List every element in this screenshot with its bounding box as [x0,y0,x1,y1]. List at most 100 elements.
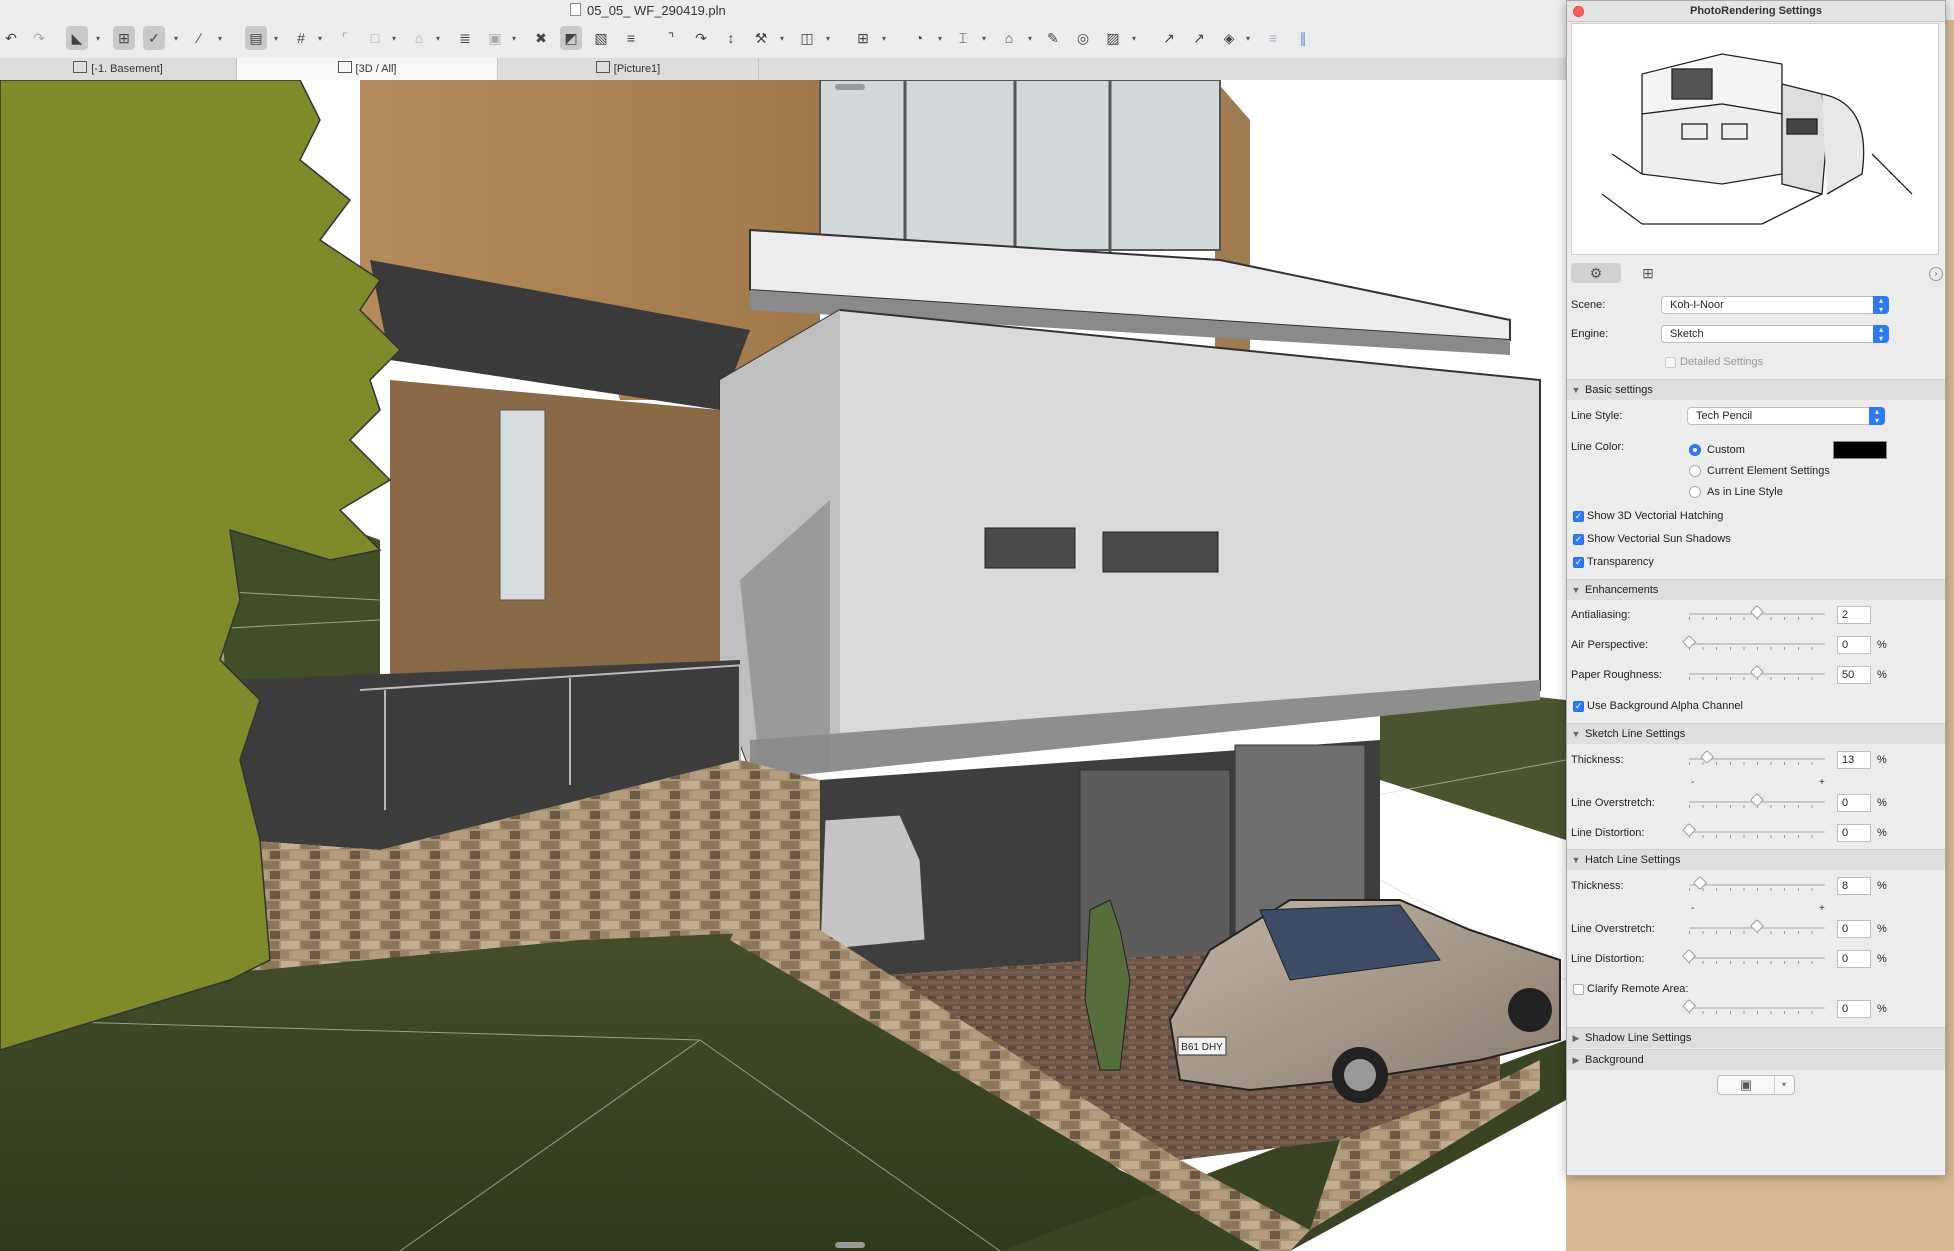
antialiasing-slider[interactable] [1689,604,1825,621]
line-color-linestyle-radio[interactable] [1689,486,1701,498]
air-perspective-slider[interactable] [1681,634,1825,651]
syringe-icon[interactable]: ↗ [1188,26,1210,50]
trace-icon[interactable]: ⌜ [334,26,356,50]
hatch-line-settings-header[interactable]: ▼ Hatch Line Settings [1567,849,1945,870]
dimension-icon[interactable]: ≣ [454,26,476,50]
paper-roughness-input[interactable]: 50 [1837,666,1871,684]
grid-snap-icon[interactable]: # [290,26,312,50]
tab-picture1[interactable]: [Picture1] [498,58,759,80]
layers-icon[interactable]: ▤ [245,26,267,50]
chevron-down-icon[interactable]: ▾ [96,34,102,43]
line-color-current-radio[interactable] [1689,465,1701,477]
chevron-down-icon[interactable]: ▾ [780,34,786,43]
line-style-select[interactable]: Tech Pencil ▴ ▾ [1687,407,1885,425]
pen-icon[interactable]: ✎ [1042,26,1064,50]
sketch-overstretch-slider[interactable] [1689,792,1825,809]
layers-icon[interactable]: □ [364,26,386,50]
chevron-down-icon[interactable]: ▾ [1132,34,1138,43]
line-color-swatch[interactable] [1833,441,1887,459]
hatch-distortion-input[interactable]: 0 [1837,950,1871,968]
arrow-tool-icon[interactable]: ◣ [66,26,88,50]
tab-3d-all[interactable]: [3D / All] [237,58,498,80]
zone-icon[interactable]: ⊞ [852,26,874,50]
view-icon[interactable]: ◫ [796,26,818,50]
sketch-distortion-slider[interactable] [1681,822,1825,839]
show-shadows-checkbox[interactable]: ✓ [1573,534,1584,545]
chevron-right-icon[interactable]: › [1929,267,1943,281]
chevron-down-icon[interactable]: ▾ [318,34,324,43]
hatch-overstretch-slider[interactable] [1689,918,1825,935]
stairs-icon[interactable]: ▧ [590,26,612,50]
chevron-down-icon[interactable]: ▾ [1028,34,1034,43]
house-icon[interactable]: ⌂ [998,26,1020,50]
chevron-down-icon[interactable]: ▾ [174,34,180,43]
marquee-icon[interactable]: ⊞ [113,26,135,50]
bottom-handle[interactable] [835,1242,865,1248]
clarify-remote-slider[interactable] [1681,998,1825,1015]
line-tool-icon[interactable]: ∕ [188,26,210,50]
chevron-down-icon[interactable]: ▾ [1774,1076,1794,1094]
text-icon[interactable]: ⌶ [952,26,974,50]
3d-viewport[interactable]: B61 DHY [0,80,1566,1251]
chevron-down-icon[interactable]: ▾ [218,34,224,43]
zone-icon[interactable]: ≡ [1262,26,1284,50]
top-handle[interactable] [835,84,865,90]
hatch-overstretch-input[interactable]: 0 [1837,920,1871,938]
mirror-icon[interactable]: ↷ [690,26,712,50]
detailed-settings-checkbox[interactable] [1665,357,1676,368]
undo-icon[interactable]: ↶ [0,26,22,50]
basic-settings-header[interactable]: ▼ Basic settings [1567,379,1945,400]
hatch-thickness-slider[interactable] [1689,875,1825,892]
clarify-remote-input[interactable]: 0 [1837,1000,1871,1018]
view-icon[interactable]: ⚒ [750,26,772,50]
use-alpha-checkbox[interactable]: ✓ [1573,701,1584,712]
globe-icon[interactable]: ◔ [908,26,930,50]
snap-guides-icon[interactable]: ✓ [143,26,165,50]
transparency-checkbox[interactable]: ✓ [1573,557,1584,568]
fill-icon[interactable]: ◎ [1072,26,1094,50]
hatch-thickness-input[interactable]: 8 [1837,877,1871,895]
render-button[interactable]: ▣ ▾ [1717,1075,1795,1095]
move-icon[interactable]: ✖ [530,26,552,50]
sketch-thickness-slider[interactable] [1689,749,1825,766]
chevron-down-icon[interactable]: ▾ [826,34,832,43]
pipette-icon[interactable]: ↗ [1158,26,1180,50]
show-hatching-checkbox[interactable]: ✓ [1573,511,1584,522]
sketch-distortion-input[interactable]: 0 [1837,824,1871,842]
background-header[interactable]: ▶ Background [1567,1049,1945,1070]
view-icon[interactable]: ▨ [1102,26,1124,50]
chevron-down-icon[interactable]: ▾ [274,34,280,43]
chevron-down-icon[interactable]: ▾ [938,34,944,43]
scene-select[interactable]: Koh-I-Noor ▴ ▾ [1661,296,1889,314]
line-color-custom-radio[interactable] [1689,444,1701,456]
shadow-line-settings-header[interactable]: ▶ Shadow Line Settings [1567,1027,1945,1048]
redo-icon[interactable]: ↷ [28,26,50,50]
engine-select[interactable]: Sketch ▴ ▾ [1661,325,1889,343]
sketch-line-settings-header[interactable]: ▼ Sketch Line Settings [1567,723,1945,744]
chevron-down-icon[interactable]: ▾ [392,34,398,43]
rotate-icon[interactable]: ⌝ [660,26,682,50]
sketch-thickness-input[interactable]: 13 [1837,751,1871,769]
render-icon[interactable]: ◩ [560,26,582,50]
grid-icon[interactable]: ⊞ [1623,263,1673,283]
eyedropper-icon[interactable]: ↕ [720,26,742,50]
chevron-down-icon[interactable]: ▾ [436,34,442,43]
antialiasing-input[interactable]: 2 [1837,606,1871,624]
lock-icon[interactable]: ⌂ [408,26,430,50]
enhancements-header[interactable]: ▼ Enhancements [1567,579,1945,600]
gear-icon[interactable]: ⚙ [1571,263,1621,283]
paper-roughness-slider[interactable] [1689,664,1825,681]
pencil-icon[interactable]: ∥ [1292,26,1314,50]
air-perspective-input[interactable]: 0 [1837,636,1871,654]
sketch-overstretch-input[interactable]: 0 [1837,794,1871,812]
paint-icon[interactable]: ◈ [1218,26,1240,50]
elevation-icon[interactable]: ▣ [484,26,506,50]
chevron-down-icon[interactable]: ▾ [1246,34,1252,43]
section-icon[interactable]: ≡ [620,26,642,50]
chevron-down-icon[interactable]: ▾ [512,34,518,43]
clarify-remote-checkbox[interactable] [1573,984,1584,995]
hatch-distortion-slider[interactable] [1681,948,1825,965]
tab-basement[interactable]: [-1. Basement] [0,58,237,80]
chevron-down-icon[interactable]: ▾ [882,34,888,43]
close-button[interactable] [1573,6,1584,17]
